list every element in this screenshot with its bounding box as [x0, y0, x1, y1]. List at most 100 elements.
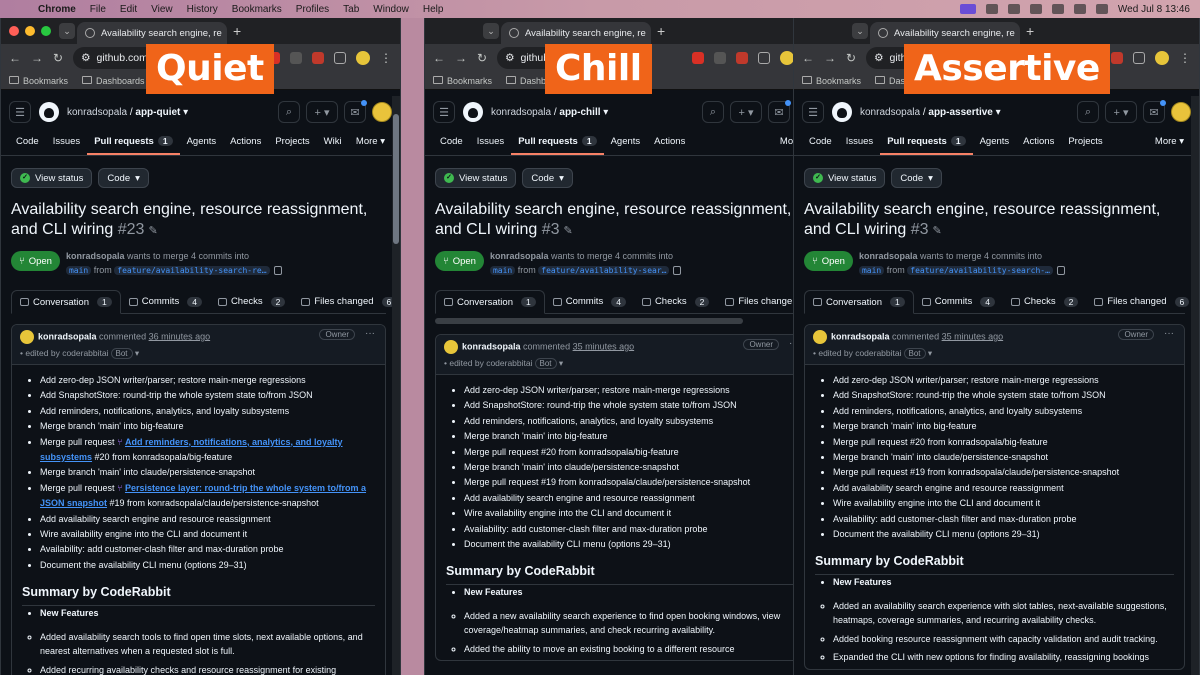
repo-owner-link[interactable]: konradsopala — [860, 107, 920, 118]
tab-commits[interactable]: Commits 4 — [914, 290, 1003, 313]
commenter-name[interactable]: konradsopala — [462, 341, 521, 351]
repo-nav-agents[interactable]: Agents — [180, 136, 224, 155]
forward-icon[interactable]: → — [824, 51, 836, 65]
repo-owner-link[interactable]: konradsopala — [67, 107, 127, 118]
reload-icon[interactable]: ↻ — [477, 51, 487, 65]
menu-help[interactable]: Help — [423, 4, 444, 15]
extension-icon[interactable] — [290, 52, 302, 64]
head-branch[interactable]: feature/availability-search-re… — [114, 266, 270, 275]
site-info-icon[interactable]: ⚙ — [505, 52, 514, 64]
github-logo-icon[interactable] — [832, 102, 852, 122]
author-link[interactable]: konradsopala — [66, 251, 125, 261]
new-tab-icon[interactable]: + — [1026, 23, 1034, 39]
github-logo-icon[interactable] — [39, 102, 59, 122]
edit-title-icon[interactable]: ✎ — [933, 225, 942, 237]
menu-history[interactable]: History — [187, 4, 218, 15]
repo-nav-code[interactable]: Code — [802, 136, 839, 155]
user-avatar[interactable] — [1171, 102, 1191, 122]
edited-by[interactable]: • edited by coderabbitai Bot ▾ — [444, 358, 801, 369]
repo-nav-pull-requests[interactable]: Pull requests 1 — [880, 136, 973, 155]
repo-nav-projects[interactable]: Projects — [1061, 136, 1109, 155]
tab-search-icon[interactable]: ⌄ — [483, 23, 499, 39]
repo-nav-projects[interactable]: Projects — [268, 136, 316, 155]
tab-files-change[interactable]: Files change — [717, 290, 800, 313]
view-status-button[interactable]: ✓ View status — [11, 168, 93, 188]
reload-icon[interactable]: ↻ — [846, 51, 856, 65]
commenter-name[interactable]: konradsopala — [38, 331, 97, 341]
hamburger-menu-icon[interactable]: ☰ — [433, 101, 455, 123]
menu-window[interactable]: Window — [373, 4, 409, 15]
create-new-icon[interactable]: + ▾ — [306, 101, 338, 123]
base-branch[interactable]: main — [858, 266, 885, 275]
menu-file[interactable]: File — [90, 4, 106, 15]
code-button[interactable]: Code ▾ — [891, 168, 942, 188]
menu-view[interactable]: View — [151, 4, 173, 15]
tab-conversation[interactable]: Conversation 1 — [11, 290, 121, 314]
minimize-window-icon[interactable] — [25, 26, 35, 36]
close-window-icon[interactable] — [9, 26, 19, 36]
new-tab-icon[interactable]: + — [233, 23, 241, 39]
inbox-icon[interactable]: ✉ — [1143, 100, 1166, 123]
site-info-icon[interactable]: ⚙ — [874, 52, 883, 64]
view-status-button[interactable]: ✓ View status — [435, 168, 517, 188]
extension-icon[interactable] — [312, 52, 324, 64]
tab-search-icon[interactable]: ⌄ — [59, 23, 75, 39]
tab-checks[interactable]: Checks 2 — [1003, 290, 1086, 313]
tab-close-icon[interactable]: ✕ — [222, 28, 227, 39]
menu-tab[interactable]: Tab — [343, 4, 359, 15]
new-tab-icon[interactable]: + — [657, 23, 665, 39]
extension-icon[interactable] — [692, 52, 704, 64]
comment-timestamp[interactable]: 36 minutes ago — [149, 331, 211, 341]
wifi-icon[interactable] — [1073, 4, 1086, 14]
reload-icon[interactable]: ↻ — [53, 51, 63, 65]
repo-nav-more[interactable]: More ▾ — [349, 136, 392, 155]
zoom-window-icon[interactable] — [41, 26, 51, 36]
status-icon[interactable] — [985, 4, 998, 14]
repo-nav-code[interactable]: Code — [433, 136, 470, 155]
tab-conversation[interactable]: Conversation 1 — [435, 290, 545, 314]
tab-close-icon[interactable]: ✕ — [1015, 28, 1020, 39]
head-branch[interactable]: feature/availability-sear… — [538, 266, 670, 275]
menu-edit[interactable]: Edit — [120, 4, 137, 15]
status-icon[interactable] — [1029, 4, 1042, 14]
extension-icon[interactable] — [736, 52, 748, 64]
tab-files-changed[interactable]: Files changed 6 — [1086, 290, 1197, 313]
extensions-puzzle-icon[interactable] — [1133, 52, 1145, 64]
tab-commits[interactable]: Commits 4 — [121, 290, 210, 313]
hamburger-menu-icon[interactable]: ☰ — [802, 101, 824, 123]
repo-nav-pull-requests[interactable]: Pull requests 1 — [87, 136, 180, 155]
tab-checks[interactable]: Checks 2 — [634, 290, 717, 313]
inbox-icon[interactable]: ✉ — [344, 100, 367, 123]
extension-icon[interactable] — [714, 52, 726, 64]
repo-nav-issues[interactable]: Issues — [470, 136, 511, 155]
search-icon[interactable]: ⌕ — [702, 101, 724, 123]
back-icon[interactable]: ← — [433, 51, 445, 65]
menu-bookmarks[interactable]: Bookmarks — [232, 4, 282, 15]
comment-options-icon[interactable]: ··· — [1164, 328, 1174, 339]
tab-conversation[interactable]: Conversation 1 — [804, 290, 914, 314]
commenter-avatar[interactable] — [444, 340, 458, 354]
github-logo-icon[interactable] — [463, 102, 483, 122]
browser-tab[interactable]: Availability search engine, re✕ — [501, 22, 651, 44]
profile-avatar[interactable] — [1155, 51, 1169, 65]
repo-dropdown-icon[interactable]: ▾ — [180, 107, 188, 118]
edit-title-icon[interactable]: ✎ — [564, 225, 573, 237]
repo-name-link[interactable]: app-assertive — [928, 107, 992, 118]
author-link[interactable]: konradsopala — [859, 251, 918, 261]
create-new-icon[interactable]: + ▾ — [1105, 101, 1137, 123]
comment-options-icon[interactable]: ··· — [365, 328, 375, 339]
repo-nav-more[interactable]: More ▾ — [1148, 136, 1191, 155]
status-app-icon[interactable] — [959, 4, 976, 14]
user-avatar[interactable] — [372, 102, 392, 122]
tab-checks[interactable]: Checks 2 — [210, 290, 293, 313]
base-branch[interactable]: main — [65, 266, 92, 275]
repo-nav-actions[interactable]: Actions — [223, 136, 268, 155]
bookmark-folder[interactable]: Dashboards — [82, 75, 145, 86]
edited-by[interactable]: • edited by coderabbitai Bot ▾ — [813, 348, 1176, 359]
copy-icon[interactable] — [273, 266, 282, 276]
repo-nav-pull-requests[interactable]: Pull requests 1 — [511, 136, 604, 155]
repo-nav-issues[interactable]: Issues — [46, 136, 87, 155]
tab-search-icon[interactable]: ⌄ — [852, 23, 868, 39]
menu-app[interactable]: Chrome — [38, 4, 76, 15]
status-icon[interactable] — [1007, 4, 1020, 14]
